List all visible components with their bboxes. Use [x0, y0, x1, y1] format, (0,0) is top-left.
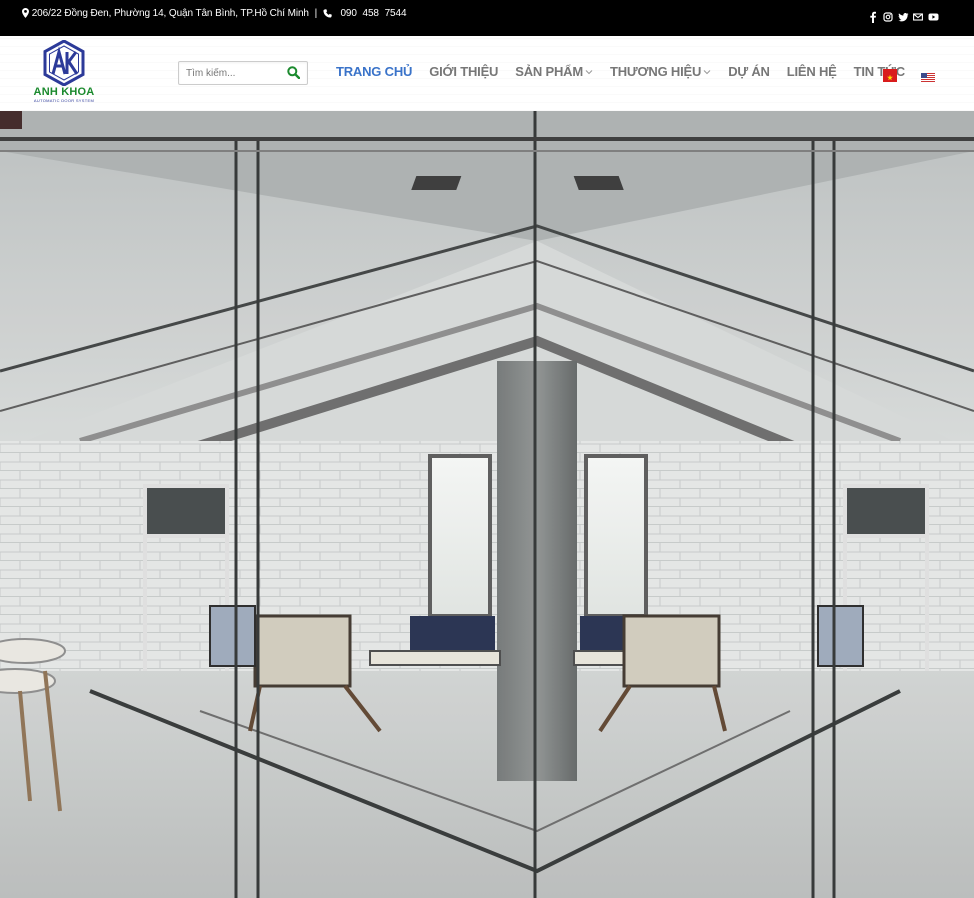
map-pin-icon: [22, 8, 29, 18]
nav-item-projects[interactable]: DỰ ÁN: [728, 64, 770, 79]
nav-item-brands[interactable]: THƯƠNG HIỆU: [610, 64, 711, 79]
nav-item-contact[interactable]: LIÊN HỆ: [787, 64, 837, 79]
hero-banner: [0, 111, 974, 898]
facebook-icon[interactable]: [868, 10, 878, 23]
nav-item-products[interactable]: SẢN PHẨM: [515, 64, 593, 79]
social-links: [868, 10, 939, 23]
contact-info: 206/22 Đồng Đen, Phường 14, Quận Tân Bìn…: [22, 8, 407, 19]
nav-item-brands-label: THƯƠNG HIỆU: [610, 64, 702, 79]
phone-number[interactable]: 090 458 7544: [340, 8, 406, 19]
top-bar: 206/22 Đồng Đen, Phường 14, Quận Tân Bìn…: [0, 0, 974, 36]
chevron-down-icon: [703, 69, 711, 74]
vi-flag-icon[interactable]: [883, 69, 897, 82]
main-nav: TRANG CHỦ GIỚI THIỆU SẢN PHẨM THƯƠNG HIỆ…: [336, 64, 922, 79]
phone-icon: [323, 9, 332, 18]
nav-item-products-label: SẢN PHẨM: [515, 64, 583, 79]
logo[interactable]: ANH KHOA AUTOMATIC DOOR SYSTEM: [26, 40, 102, 106]
twitter-icon[interactable]: [898, 10, 909, 22]
en-flag-icon[interactable]: [921, 69, 935, 82]
site-header: ANH KHOA AUTOMATIC DOOR SYSTEM TRANG CHỦ…: [0, 36, 974, 111]
logo-mark-icon: [43, 40, 85, 86]
youtube-icon[interactable]: [928, 10, 939, 22]
chevron-down-icon: [585, 69, 593, 74]
logo-brand-text: ANH KHOA: [33, 86, 95, 98]
hero-photo-glass-office: [0, 111, 974, 898]
search-input[interactable]: [179, 62, 279, 84]
nav-item-about[interactable]: GIỚI THIỆU: [429, 64, 498, 79]
nav-item-news[interactable]: TIN TỨC: [854, 64, 905, 79]
instagram-icon[interactable]: [883, 10, 893, 22]
search-icon[interactable]: [287, 66, 301, 84]
logo-tagline: AUTOMATIC DOOR SYSTEM: [33, 98, 95, 103]
nav-item-home[interactable]: TRANG CHỦ: [336, 64, 412, 79]
separator: |: [314, 8, 318, 19]
email-icon[interactable]: [913, 10, 923, 22]
search-box: [178, 61, 308, 85]
address-text: 206/22 Đồng Đen, Phường 14, Quận Tân Bìn…: [31, 8, 309, 19]
